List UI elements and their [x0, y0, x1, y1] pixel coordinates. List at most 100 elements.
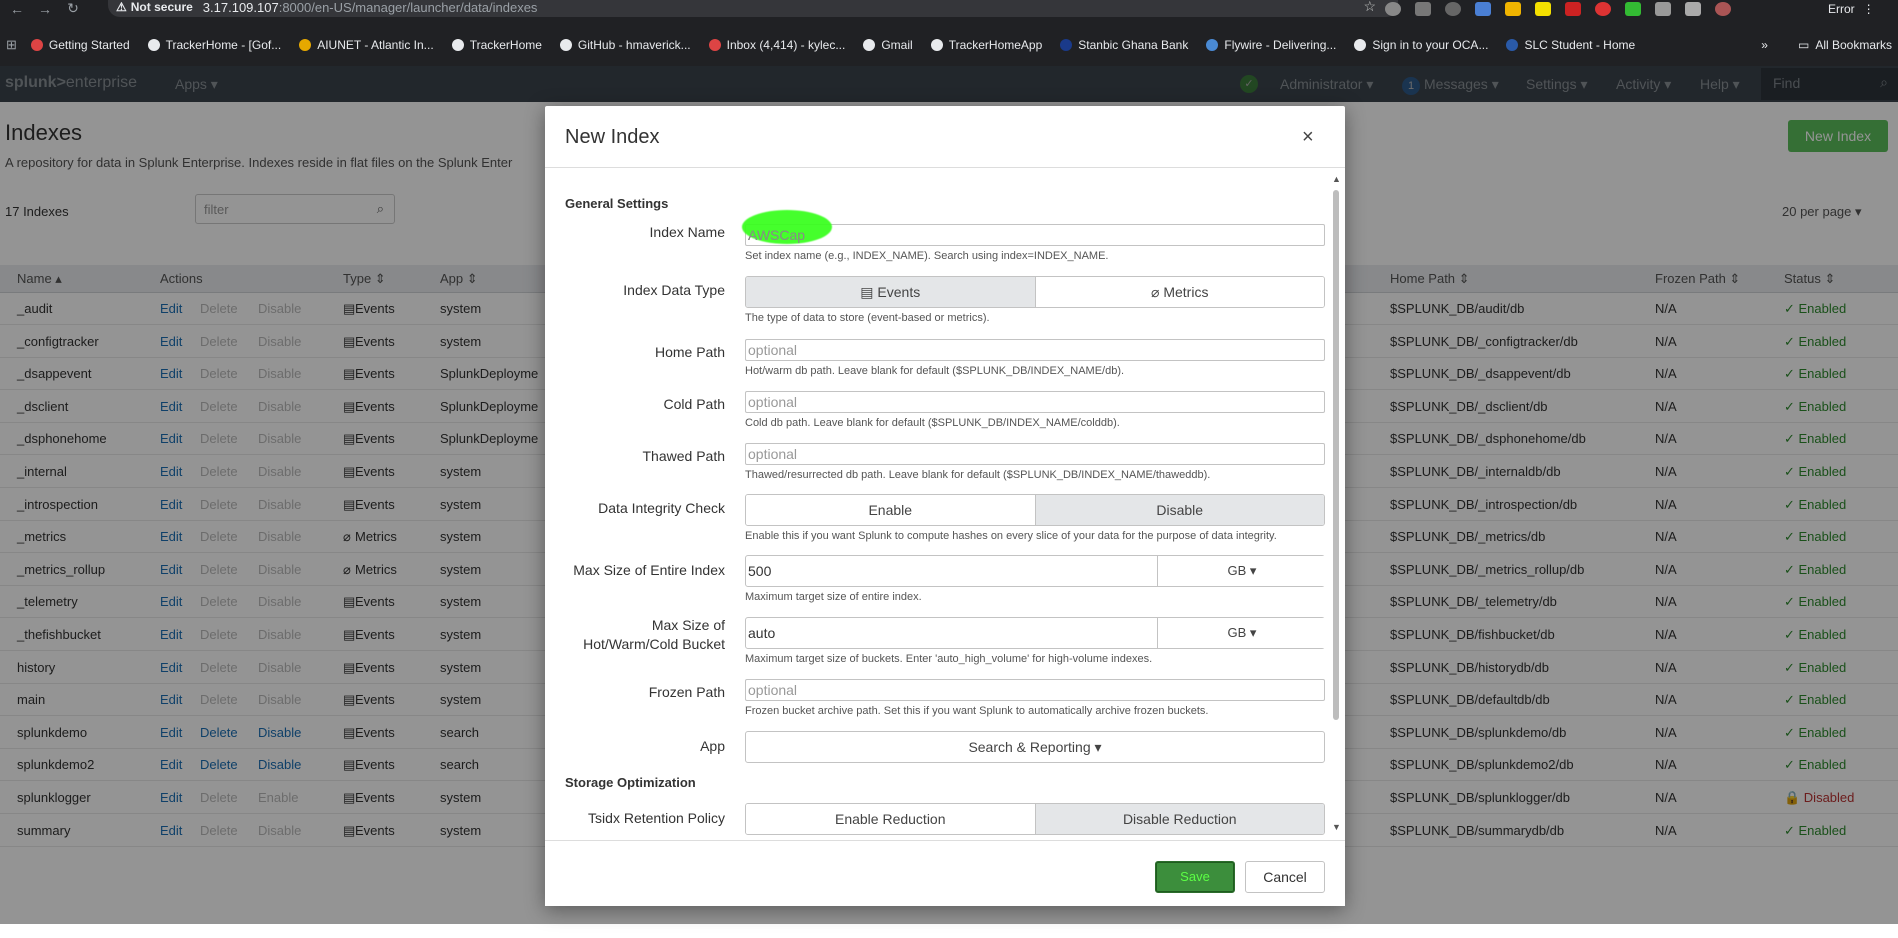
bookmark-item[interactable]: TrackerHome - [Gof... [147, 38, 281, 52]
globe-icon [863, 39, 876, 51]
aiunet-icon [299, 39, 312, 51]
bucket-size-field: auto GB ▾ [745, 617, 1325, 649]
home-path-input[interactable]: optional [745, 339, 1325, 361]
integrity-label: Data Integrity Check [598, 500, 725, 516]
not-secure-indicator[interactable]: ⚠ Not secure [116, 0, 193, 14]
max-size-input[interactable]: 500 [746, 556, 1158, 586]
tsidx-disable-option[interactable]: Disable Reduction [1034, 804, 1324, 834]
url-host: 3.17.109.107 [202, 0, 279, 15]
integrity-enable-option[interactable]: Enable [746, 495, 1035, 525]
bookmark-item[interactable]: AIUNET - Atlantic In... [299, 38, 434, 52]
data-type-metrics-option[interactable]: ⌀ Metrics [1034, 277, 1324, 307]
bookmark-item[interactable]: GitHub - hmaverick... [559, 38, 691, 52]
bucket-size-input[interactable]: auto [746, 618, 1158, 648]
frozen-path-help: Frozen bucket archive path. Set this if … [745, 705, 1209, 717]
max-size-label: Max Size of Entire Index [573, 562, 725, 578]
bookmark-item[interactable]: Inbox (4,414) - kylec... [708, 38, 845, 52]
storage-optimization-heading: Storage Optimization [565, 775, 696, 790]
max-size-help: Maximum target size of entire index. [745, 591, 922, 603]
index-name-help: Set index name (e.g., INDEX_NAME). Searc… [745, 250, 1109, 262]
notification-icon[interactable] [1595, 1, 1611, 16]
extension-icon[interactable] [1415, 1, 1431, 16]
kebab-menu-icon[interactable]: ⋮ [1863, 2, 1875, 16]
data-type-toggle: ▤ Events ⌀ Metrics [745, 276, 1325, 308]
all-bookmarks[interactable]: ▭ All Bookmarks [1798, 38, 1892, 52]
document-icon: ▤ [860, 283, 878, 300]
bookmark-item[interactable]: Flywire - Delivering... [1206, 38, 1336, 52]
close-icon[interactable]: × [1302, 126, 1314, 149]
bookmarks-bar: ⊞ Getting Started TrackerHome - [Gof... … [0, 34, 1898, 56]
cancel-button[interactable]: Cancel [1245, 861, 1325, 893]
bookmark-item[interactable]: Sign in to your OCA... [1354, 38, 1488, 52]
bucket-size-unit-select[interactable]: GB ▾ [1159, 618, 1325, 648]
cold-path-label: Cold Path [663, 396, 725, 412]
cold-path-help: Cold db path. Leave blank for default ($… [745, 417, 1120, 429]
gmail-icon [708, 39, 721, 51]
bookmark-item[interactable]: TrackerHomeApp [930, 38, 1042, 52]
globe-icon [451, 39, 464, 51]
thawed-path-label: Thawed Path [642, 448, 726, 464]
metrics-icon: ⌀ [1151, 283, 1164, 300]
bucket-size-help: Maximum target size of buckets. Enter 'a… [745, 653, 1153, 665]
arrow-extension-icon[interactable] [1625, 1, 1641, 16]
address-bar[interactable]: ⚠ Not secure 3.17.109.107:8000/en-US/mana… [108, 0, 1398, 17]
bookmark-item[interactable]: Getting Started [30, 38, 130, 52]
download-icon[interactable] [1685, 1, 1701, 16]
new-index-dialog: New Index × General Settings Index Name … [545, 106, 1345, 906]
save-button[interactable]: Save [1155, 861, 1235, 893]
extensions-bar [1385, 0, 1731, 17]
forward-icon[interactable]: → [34, 0, 56, 17]
bookmark-item[interactable]: SLC Student - Home [1506, 38, 1635, 52]
reload-icon[interactable]: ↻ [62, 0, 84, 17]
modal-body: General Settings Index Name AWSCap AWSCa… [545, 168, 1345, 938]
modal-header: New Index × [545, 106, 1345, 168]
scroll-down-icon[interactable]: ▼ [1332, 822, 1341, 832]
tsidx-toggle: Enable Reduction Disable Reduction [745, 803, 1325, 835]
error-button[interactable]: Error ⋮ [1828, 0, 1875, 17]
bookmark-star-icon[interactable]: ☆ [1363, 0, 1376, 15]
slc-icon [1506, 39, 1519, 51]
max-size-unit-select[interactable]: GB ▾ [1159, 556, 1325, 586]
data-type-events-option[interactable]: ▤ Events [746, 277, 1035, 307]
tsidx-enable-option[interactable]: Enable Reduction [746, 804, 1035, 834]
modal-scrollbar[interactable]: ▲ ▼ [1330, 174, 1342, 834]
scroll-up-icon[interactable]: ▲ [1332, 174, 1341, 184]
puzzle-icon[interactable] [1655, 1, 1671, 16]
openai-icon[interactable] [1445, 1, 1461, 16]
profile-avatar[interactable] [1715, 1, 1731, 16]
warning-icon: ⚠ [116, 0, 127, 14]
data-type-help: The type of data to store (event-based o… [745, 312, 990, 324]
globe-icon [147, 39, 160, 51]
tsidx-label: Tsidx Retention Policy [588, 810, 725, 826]
browser-chrome: ← → ↻ ⚠ Not secure 3.17.109.107:8000/en-U… [0, 0, 1898, 66]
frozen-path-input[interactable]: optional [745, 679, 1325, 701]
globe-icon [930, 39, 943, 51]
bucket-size-label: Max Size of Hot/Warm/Cold Bucket [583, 617, 725, 652]
oca-icon [1354, 39, 1367, 51]
mail-icon[interactable] [1475, 1, 1491, 16]
app-select[interactable]: Search & Reporting ▾ [745, 731, 1325, 763]
cold-path-input[interactable]: optional [745, 391, 1325, 413]
modal-footer: Save Cancel [545, 840, 1345, 906]
thawed-path-input[interactable]: optional [745, 443, 1325, 465]
bookmark-item[interactable]: Stanbic Ghana Bank [1060, 38, 1188, 52]
bookmark-item[interactable]: TrackerHome [451, 38, 542, 52]
sc-icon[interactable] [1505, 1, 1521, 16]
integrity-toggle: Enable Disable [745, 494, 1325, 526]
scrollbar-thumb[interactable] [1333, 190, 1339, 720]
sun-icon[interactable] [1535, 1, 1551, 16]
apps-grid-icon[interactable]: ⊞ [6, 37, 17, 53]
grammarly-icon[interactable] [1385, 1, 1401, 16]
index-name-value-overlay: AWSCap [748, 227, 806, 243]
frozen-path-label: Frozen Path [648, 684, 725, 700]
extension-red-icon[interactable] [1565, 1, 1581, 16]
more-bookmarks-icon[interactable]: » [1761, 38, 1768, 52]
integrity-disable-option[interactable]: Disable [1034, 495, 1324, 525]
data-type-label: Index Data Type [623, 282, 725, 298]
flywire-icon [1206, 39, 1219, 51]
back-icon[interactable]: ← [6, 0, 28, 17]
github-icon [559, 39, 572, 51]
gmail-icon [30, 39, 43, 51]
bookmark-item[interactable]: Gmail [863, 38, 913, 52]
app-label: App [700, 738, 725, 754]
